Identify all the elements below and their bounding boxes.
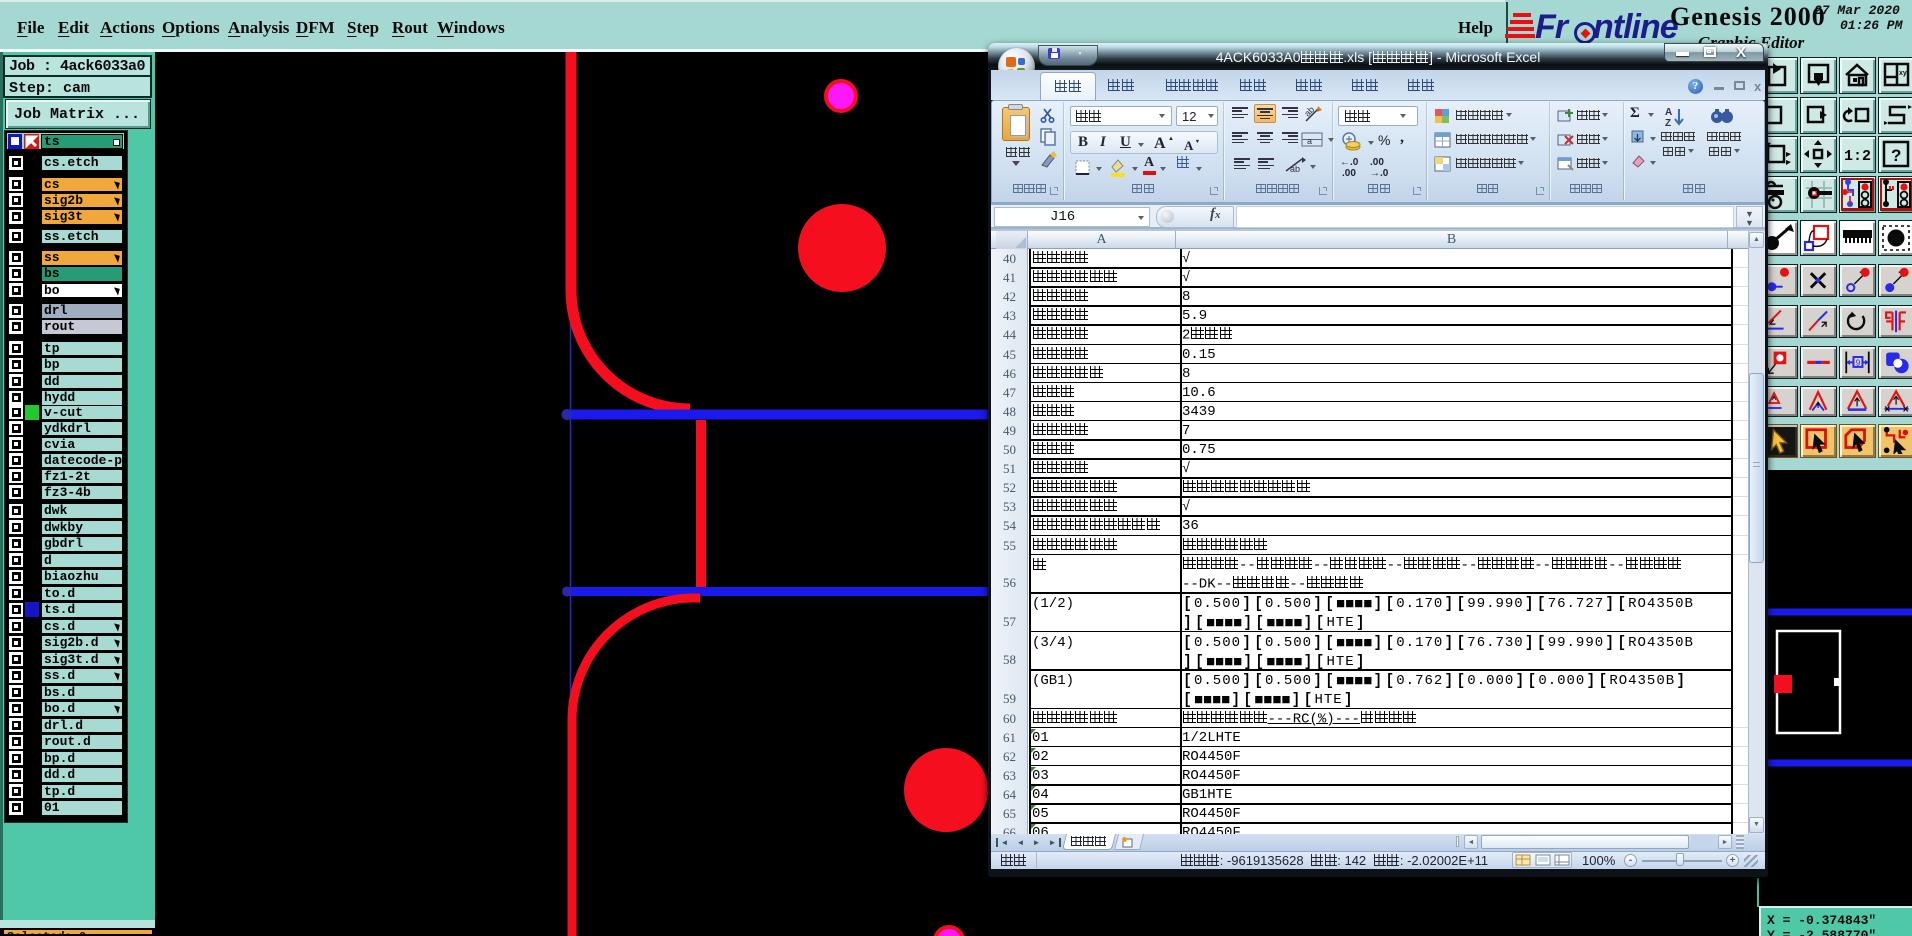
svg-text:ab: ab: [1290, 164, 1300, 174]
svg-text:xy: xy: [1899, 70, 1907, 77]
svg-text:ab: ab: [1302, 104, 1316, 118]
svg-text:9: 9: [1856, 359, 1861, 368]
svg-text:Z: Z: [1665, 118, 1671, 129]
svg-text:?: ?: [1891, 146, 1901, 165]
svg-text:a: a: [1307, 136, 1312, 146]
svg-text:1:2: 1:2: [1844, 148, 1871, 165]
svg-text:A: A: [1665, 107, 1672, 118]
